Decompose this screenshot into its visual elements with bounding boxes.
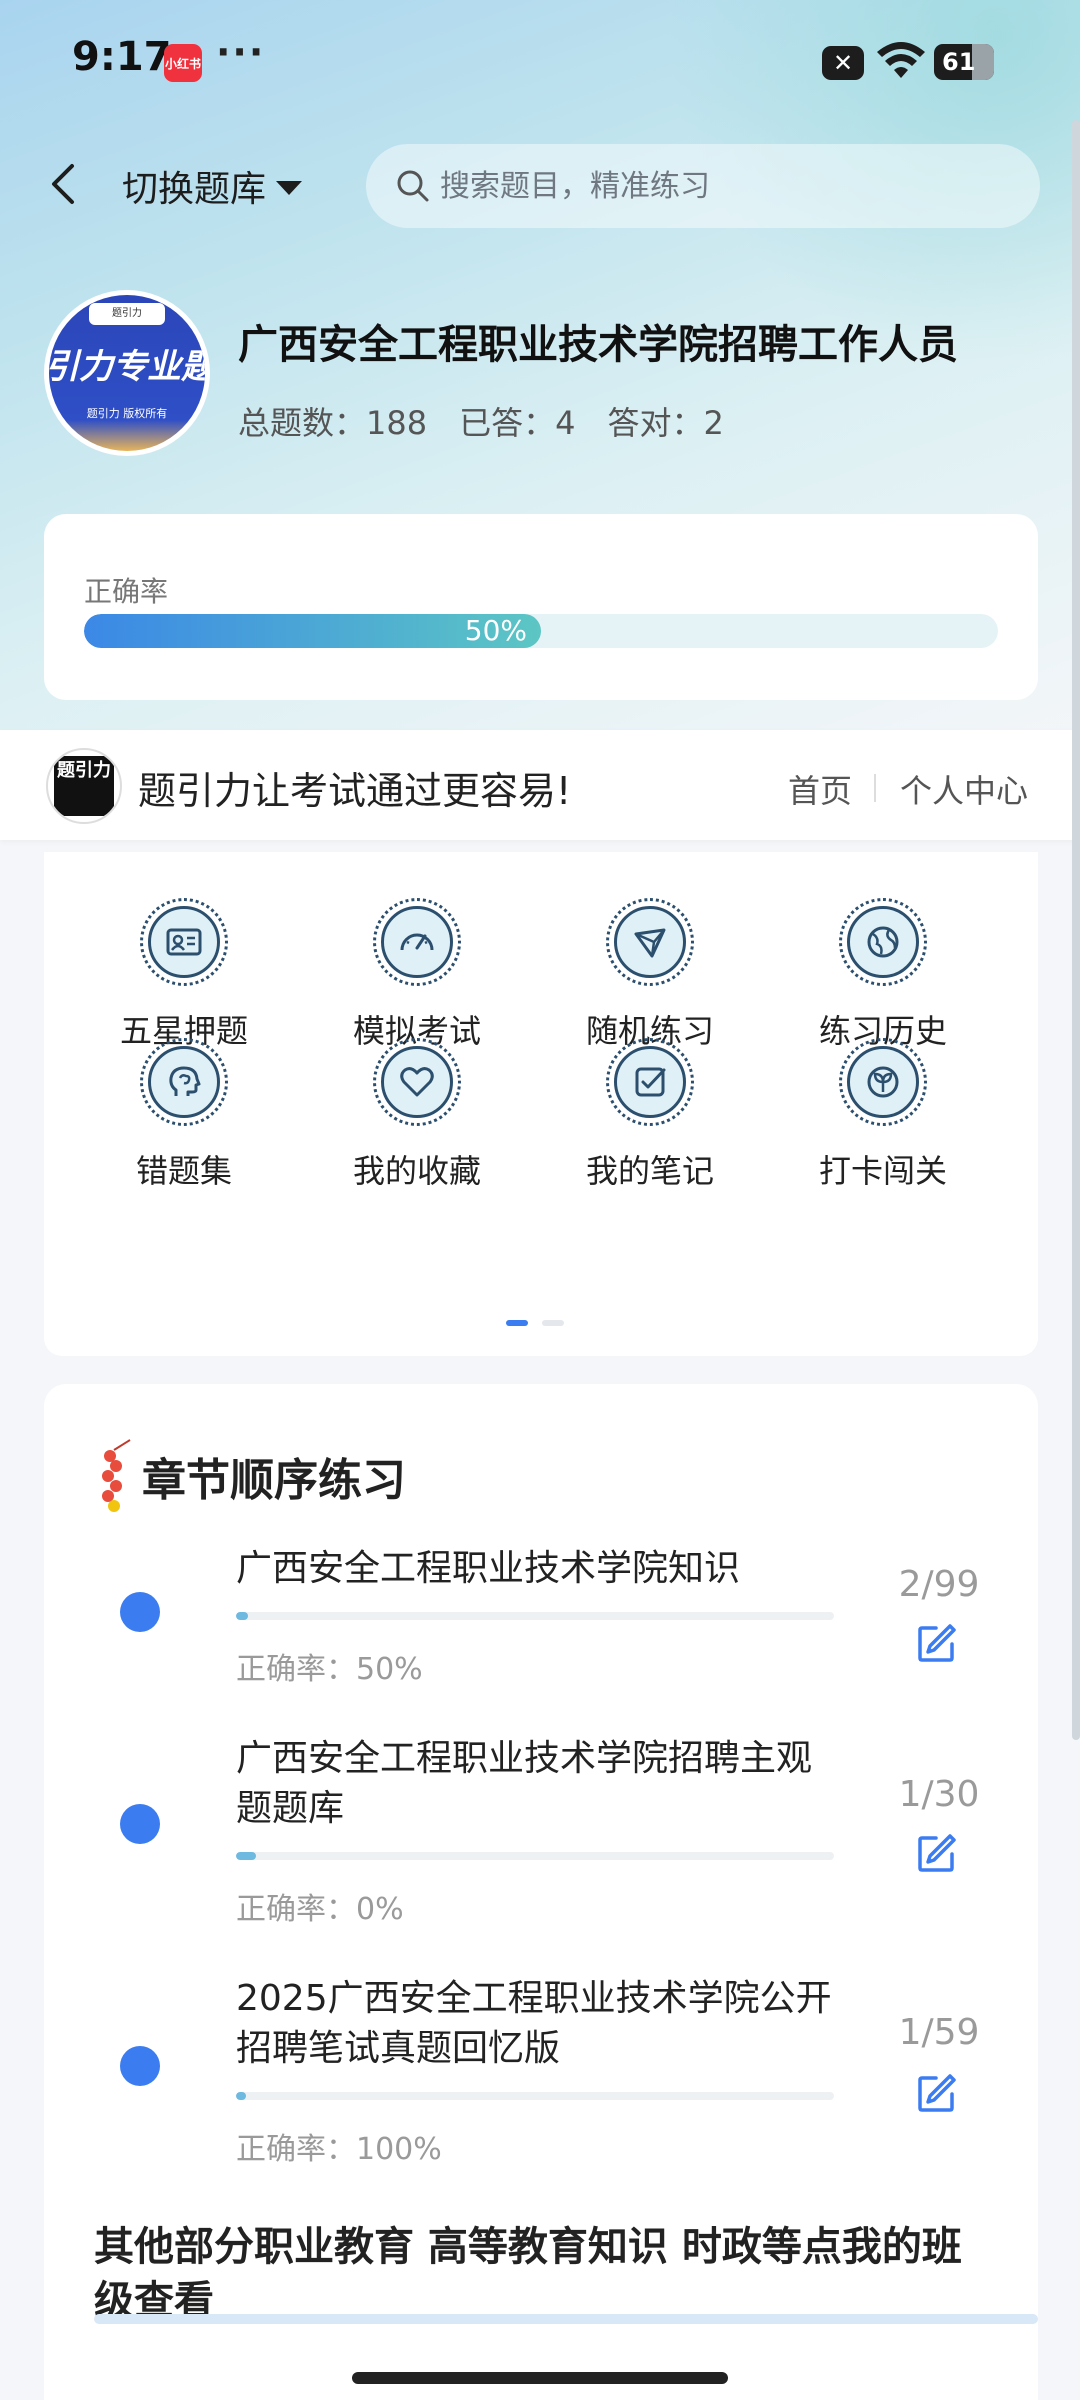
search-icon: [397, 170, 429, 202]
bank-title: 广西安全工程职业技术学院招聘工作人员: [238, 322, 958, 368]
feature-grid: 五星押题 模拟考试 随机练习 练习历史 错题集 我的收藏 我的笔记 打卡闯关: [44, 852, 1038, 1356]
chevron-left-icon[interactable]: [44, 158, 84, 210]
logo-copyright: 题引力 版权所有: [86, 407, 168, 420]
feature-label: 我的笔记: [585, 1152, 714, 1190]
bank-stats: 总题数：188 已答：4 答对：2: [238, 398, 724, 444]
logo-main-text: 引力专业题: [49, 347, 205, 387]
feature-checkin[interactable]: 打卡闯关: [783, 992, 983, 1190]
id-card-icon: [166, 928, 202, 956]
shuffle-network-icon: [634, 928, 666, 958]
feature-label: 打卡闯关: [818, 1152, 947, 1190]
status-time: 9:17: [72, 34, 172, 80]
chapter-progress-fill: [236, 2092, 247, 2100]
chapter-item-progress: 2/99: [898, 1564, 980, 1605]
accuracy-label: 正确率: [84, 575, 169, 608]
speedometer-icon: [400, 933, 434, 951]
chapter-progress-fill: [236, 1852, 256, 1860]
edit-icon[interactable]: [914, 2072, 958, 2116]
battery-level: 61: [942, 48, 976, 76]
class-info-link[interactable]: 其他部分职业教育 高等教育知识 时政等点我的班级查看: [94, 2220, 994, 2328]
note-check-icon: [635, 1067, 666, 1097]
scrollbar[interactable]: [1072, 120, 1080, 1740]
chapter-item-accuracy: 正确率：50%: [236, 1652, 423, 1687]
chapter-progress-bar: [236, 1852, 834, 1860]
accuracy-value: 50%: [464, 614, 527, 647]
page-dot: [542, 1320, 564, 1326]
wifi-icon: [877, 42, 925, 78]
chapter-bullet: [120, 2046, 160, 2086]
nav-divider: [874, 774, 876, 802]
chapter-item-title: 2025广西安全工程职业技术学院公开招聘笔试真题回忆版: [236, 1978, 832, 2069]
chapter-item-progress: 1/30: [898, 1774, 980, 1815]
chapter-header: 章节顺序练习: [94, 1436, 406, 1516]
chapter-progress-fill: [236, 1612, 249, 1620]
chapter-title: 章节顺序练习: [142, 1455, 406, 1506]
head-brain-icon: [169, 1066, 201, 1096]
status-bar: 9:17 小红书 ··· ✕ 61: [0, 0, 1080, 120]
chapter-item-accuracy: 正确率：100%: [236, 2132, 442, 2167]
chapter-progress-bar: [236, 2092, 834, 2100]
heart-icon: [400, 1067, 434, 1097]
correct-count: 答对：2: [607, 404, 724, 442]
globe-icon: [867, 926, 899, 958]
chapter-bullet: [120, 1592, 160, 1632]
caret-down-icon: [276, 181, 303, 195]
logo-brand-tag: 题引力: [89, 303, 165, 325]
chapter-item-progress: 1/59: [898, 2012, 980, 2053]
chapter-progress-bar: [236, 1612, 834, 1620]
feature-notes[interactable]: 我的笔记: [550, 992, 750, 1190]
search-input[interactable]: [440, 168, 1000, 204]
bank-logo: 题引力 引力专业题 题引力 版权所有: [44, 290, 210, 456]
firecracker-icon: [102, 1439, 131, 1512]
battery-icon: 61: [934, 44, 994, 80]
feature-five-star[interactable]: 五星押题: [84, 852, 284, 1050]
more-notifications-icon: ···: [216, 30, 266, 74]
accuracy-progress-bar: 50%: [84, 614, 998, 648]
search-bar[interactable]: [366, 144, 1040, 228]
feature-favorites[interactable]: 我的收藏: [317, 992, 517, 1190]
no-sim-icon: ✕: [822, 46, 864, 80]
page-indicator: [506, 1320, 564, 1326]
feature-label: 我的收藏: [352, 1152, 481, 1190]
chapter-item-title: 广西安全工程职业技术学院知识: [236, 1548, 741, 1589]
chapter-practice-section: 章节顺序练习 广西安全工程职业技术学院知识 正确率：50% 2/99 广西安全工…: [44, 1384, 1038, 2400]
feature-label: 错题集: [135, 1152, 232, 1190]
xiaohongshu-app-icon: 小红书: [164, 44, 202, 82]
nav-home-link[interactable]: 首页: [788, 766, 852, 812]
edit-icon[interactable]: [914, 1622, 958, 1666]
feature-practice-history[interactable]: 练习历史: [783, 852, 983, 1050]
nav-personal-center-link[interactable]: 个人中心: [900, 766, 1028, 812]
feature-random-practice[interactable]: 随机练习: [550, 852, 750, 1050]
accuracy-card: 正确率 50%: [44, 514, 1038, 700]
slogan-banner: 题引力 题引力让考试通过更容易! 首页 个人中心: [0, 730, 1080, 840]
chapter-bullet: [120, 1804, 160, 1844]
page-dot-active: [506, 1320, 528, 1326]
leaf-badge-icon: [867, 1066, 899, 1098]
tiyinli-logo: 题引力: [46, 748, 122, 824]
feature-mock-exam[interactable]: 模拟考试: [317, 852, 517, 1050]
edit-icon[interactable]: [914, 1832, 958, 1876]
switch-bank-label: 切换题库: [122, 169, 267, 210]
answered-count: 已答：4: [459, 404, 576, 442]
switch-bank-dropdown[interactable]: 切换题库: [122, 160, 303, 212]
logo-glyph: 题引力: [54, 756, 114, 816]
total-questions: 总题数：188: [238, 404, 428, 442]
chapter-item-accuracy: 正确率：0%: [236, 1892, 404, 1927]
chapter-item-title: 广西安全工程职业技术学院招聘主观题题库: [236, 1738, 813, 1829]
home-indicator[interactable]: [352, 2372, 728, 2384]
accuracy-progress-fill: 50%: [84, 614, 541, 648]
class-info-underline: [94, 2314, 1038, 2324]
slogan-text: 题引力让考试通过更容易!: [138, 769, 572, 813]
feature-wrong-questions[interactable]: 错题集: [84, 992, 284, 1190]
